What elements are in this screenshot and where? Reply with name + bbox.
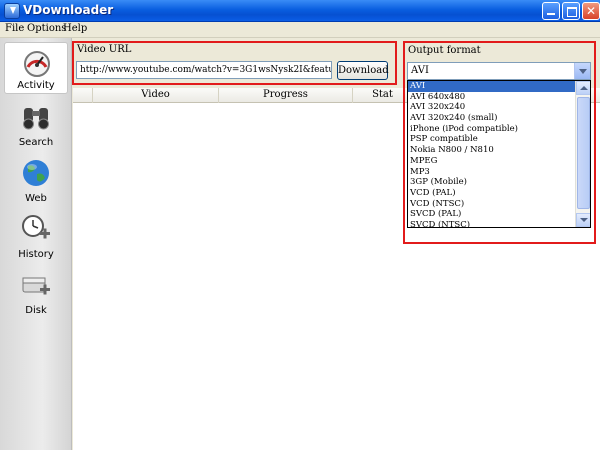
output-format-select[interactable]: AVI <box>407 62 591 80</box>
sidebar-item-search[interactable]: Search <box>4 98 68 150</box>
format-option[interactable]: 3GP (Mobile) <box>408 177 576 188</box>
format-option[interactable]: PSP compatible <box>408 134 576 145</box>
menu-file[interactable]: File <box>5 23 24 34</box>
minimize-button[interactable] <box>542 2 560 20</box>
output-format-label: Output format <box>408 45 481 56</box>
url-group-label: Video URL <box>77 44 132 55</box>
format-option[interactable]: MPEG <box>408 156 576 167</box>
format-option[interactable]: AVI 320x240 <box>408 102 576 113</box>
format-option[interactable]: iPhone (iPod compatible) <box>408 124 576 135</box>
format-option[interactable]: AVI <box>408 81 576 92</box>
column-blank <box>73 88 93 103</box>
selected-format: AVI <box>411 65 429 76</box>
scroll-down-icon[interactable] <box>576 213 590 227</box>
binoculars-icon <box>23 108 49 130</box>
sidebar-item-label: History <box>18 249 54 260</box>
menu-options[interactable]: Options <box>27 23 66 34</box>
clock-plus-icon <box>22 215 50 239</box>
scroll-thumb[interactable] <box>577 97 590 209</box>
output-format-dropdown: AVI AVI 640x480 AVI 320x240 AVI 320x240 (sm… <box>407 80 591 228</box>
globe-icon <box>23 160 49 186</box>
format-option[interactable]: SVCD (NTSC) <box>408 220 576 227</box>
sidebar-item-activity[interactable]: Activity <box>4 42 68 94</box>
menu-bar: File Options Help <box>0 22 600 38</box>
disk-plus-icon <box>22 277 50 295</box>
chevron-down-icon[interactable] <box>574 63 590 79</box>
sidebar: Activity Search Web History Disk <box>0 38 72 450</box>
format-option[interactable]: SVCD (PAL) <box>408 209 576 220</box>
scrollbar[interactable] <box>575 81 590 227</box>
sidebar-item-label: Disk <box>25 305 47 316</box>
sidebar-item-history[interactable]: History <box>4 210 68 262</box>
format-option[interactable]: AVI 320x240 (small) <box>408 113 576 124</box>
maximize-button[interactable] <box>562 2 580 20</box>
download-button[interactable]: Download <box>337 61 389 80</box>
sidebar-item-disk[interactable]: Disk <box>4 266 68 318</box>
sidebar-item-web[interactable]: Web <box>4 154 68 206</box>
format-option[interactable]: VCD (PAL) <box>408 188 576 199</box>
gauge-icon <box>24 51 50 77</box>
sidebar-item-label: Web <box>25 193 47 204</box>
format-option[interactable]: VCD (NTSC) <box>408 199 576 210</box>
sidebar-item-label: Search <box>18 137 54 148</box>
scroll-up-icon[interactable] <box>576 81 590 95</box>
url-input[interactable]: http://www.youtube.com/watch?v=3G1wsNysk… <box>76 61 332 79</box>
column-progress[interactable]: Progress <box>219 88 353 103</box>
app-icon <box>4 3 20 19</box>
column-video[interactable]: Video <box>93 88 219 103</box>
format-option[interactable]: MP3 <box>408 167 576 178</box>
format-options-list: AVI AVI 640x480 AVI 320x240 AVI 320x240 (sm… <box>408 81 576 227</box>
sidebar-item-label: Activity <box>17 80 55 91</box>
format-option[interactable]: AVI 640x480 <box>408 92 576 103</box>
title-bar: VDownloader ✕ <box>0 0 600 22</box>
window-title: VDownloader <box>23 3 114 17</box>
menu-help[interactable]: Help <box>63 23 87 34</box>
format-option[interactable]: Nokia N800 / N810 <box>408 145 576 156</box>
close-button[interactable]: ✕ <box>582 2 600 20</box>
